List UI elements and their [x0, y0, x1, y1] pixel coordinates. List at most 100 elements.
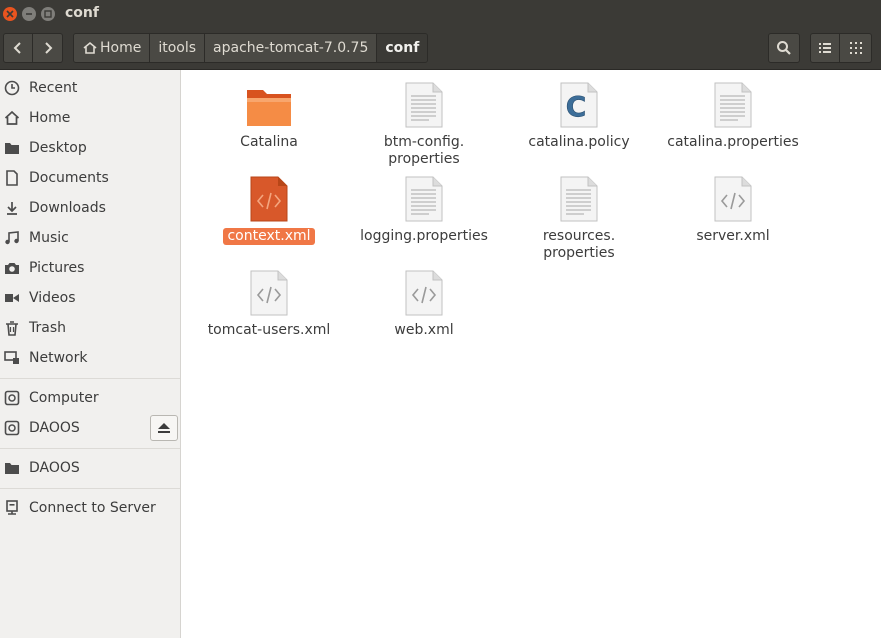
file-view: Catalina btm-config. properties C catali… — [186, 70, 881, 638]
toolbar: Home itools apache-tomcat-7.0.75 conf — [0, 28, 881, 70]
sidebar-separator — [0, 488, 180, 489]
text-file-icon — [405, 176, 443, 222]
folder-icon — [3, 459, 21, 477]
svg-text:C: C — [566, 90, 587, 123]
drive-icon — [3, 389, 21, 407]
file-item-catalina-properties[interactable]: catalina.properties — [658, 78, 808, 151]
list-view-button[interactable] — [810, 33, 840, 63]
breadcrumb-home[interactable]: Home — [74, 34, 151, 62]
download-icon — [3, 199, 21, 217]
sidebar-item-recent[interactable]: Recent — [0, 73, 180, 103]
breadcrumb-label: apache-tomcat-7.0.75 — [213, 40, 369, 56]
folder-icon — [247, 90, 291, 126]
breadcrumb-label: Home — [100, 40, 142, 56]
file-item-web-xml[interactable]: web.xml — [349, 266, 499, 339]
sidebar-item-computer[interactable]: Computer — [0, 383, 180, 413]
file-name: catalina.policy — [528, 134, 630, 150]
breadcrumb-label: itools — [158, 40, 197, 56]
file-item-context-xml[interactable]: context.xml — [194, 172, 344, 245]
close-window-button[interactable] — [3, 7, 17, 21]
file-name: resources. properties — [542, 228, 616, 261]
list-view-icon — [819, 43, 831, 53]
breadcrumb-conf[interactable]: conf — [377, 34, 428, 62]
text-file-icon — [405, 82, 443, 128]
sidebar-separator — [0, 378, 180, 379]
sidebar-item-desktop[interactable]: Desktop — [0, 133, 180, 163]
sidebar-item-label: Videos — [29, 290, 76, 306]
file-item-logging-properties[interactable]: logging.properties — [349, 172, 499, 245]
file-name: tomcat-users.xml — [207, 322, 331, 338]
sidebar-item-trash[interactable]: Trash — [0, 313, 180, 343]
file-item-catalina[interactable]: Catalina — [194, 78, 344, 151]
sidebar-item-label: Music — [29, 230, 69, 246]
file-name: btm-config. properties — [383, 134, 465, 167]
forward-button[interactable] — [33, 33, 63, 63]
drive-icon — [3, 419, 21, 437]
document-icon — [3, 169, 21, 187]
title-bar: conf — [0, 0, 881, 28]
sidebar-item-label: Home — [29, 110, 71, 126]
sidebar-item-downloads[interactable]: Downloads — [0, 193, 180, 223]
chevron-right-icon — [44, 42, 52, 54]
file-name: catalina.properties — [667, 134, 799, 150]
chevron-left-icon — [13, 42, 21, 54]
file-item-tomcat-users-xml[interactable]: tomcat-users.xml — [194, 266, 344, 339]
file-item-btm-config-properties[interactable]: btm-config. properties — [349, 78, 499, 168]
sidebar-item-documents[interactable]: Documents — [0, 163, 180, 193]
server-icon — [3, 499, 21, 517]
file-name: web.xml — [394, 322, 454, 338]
clock-icon — [3, 79, 21, 97]
back-button[interactable] — [3, 33, 33, 63]
sidebar-item-label: Connect to Server — [29, 500, 156, 516]
sidebar-item-label: DAOOS — [29, 460, 80, 476]
sidebar-item-label: Trash — [29, 320, 66, 336]
sidebar-item-pictures[interactable]: Pictures — [0, 253, 180, 283]
sidebar-item-connect-to-server[interactable]: Connect to Server — [0, 493, 180, 523]
search-button[interactable] — [768, 33, 800, 63]
maximize-window-button[interactable] — [41, 7, 55, 21]
text-file-icon — [560, 176, 598, 222]
sidebar-item-label: Desktop — [29, 140, 87, 156]
home-icon — [83, 41, 97, 54]
trash-icon — [3, 319, 21, 337]
file-name: logging.properties — [360, 228, 488, 244]
file-name: server.xml — [696, 228, 770, 244]
file-name: context.xml — [223, 228, 315, 245]
file-item-resources-properties[interactable]: resources. properties — [504, 172, 654, 262]
close-icon — [6, 10, 14, 18]
sidebar-item-home[interactable]: Home — [0, 103, 180, 133]
window-title: conf — [65, 5, 99, 21]
policy-file-icon: C — [560, 82, 598, 128]
sidebar-item-music[interactable]: Music — [0, 223, 180, 253]
breadcrumb-itools[interactable]: itools — [150, 34, 206, 62]
sidebar-item-label: Documents — [29, 170, 109, 186]
breadcrumb: Home itools apache-tomcat-7.0.75 conf — [73, 33, 429, 63]
home-icon — [3, 109, 21, 127]
minimize-icon — [26, 13, 32, 15]
sidebar-item-network[interactable]: Network — [0, 343, 180, 373]
file-item-server-xml[interactable]: server.xml — [658, 172, 808, 245]
music-icon — [3, 229, 21, 247]
xml-file-icon — [714, 176, 752, 222]
xml-file-icon — [405, 270, 443, 316]
file-item-catalina-policy[interactable]: C catalina.policy — [504, 78, 654, 151]
network-icon — [3, 349, 21, 367]
sidebar-separator — [0, 448, 180, 449]
grid-view-button[interactable] — [840, 33, 872, 63]
sidebar-item-label: DAOOS — [29, 420, 80, 436]
grid-view-icon — [849, 42, 862, 54]
folder-icon — [3, 139, 21, 157]
video-icon — [3, 289, 21, 307]
search-icon — [777, 41, 791, 55]
eject-icon — [158, 423, 170, 433]
sidebar-item-videos[interactable]: Videos — [0, 283, 180, 313]
sidebar-item-label: Recent — [29, 80, 78, 96]
sidebar-item-daoos-folder[interactable]: DAOOS — [0, 453, 180, 483]
sidebar: Recent Home Desktop Documents Downloads … — [0, 70, 181, 638]
maximize-icon — [44, 10, 52, 18]
breadcrumb-apache-tomcat[interactable]: apache-tomcat-7.0.75 — [205, 34, 378, 62]
minimize-window-button[interactable] — [22, 7, 36, 21]
eject-button[interactable] — [150, 415, 178, 441]
text-file-icon — [714, 82, 752, 128]
sidebar-item-label: Pictures — [29, 260, 85, 276]
